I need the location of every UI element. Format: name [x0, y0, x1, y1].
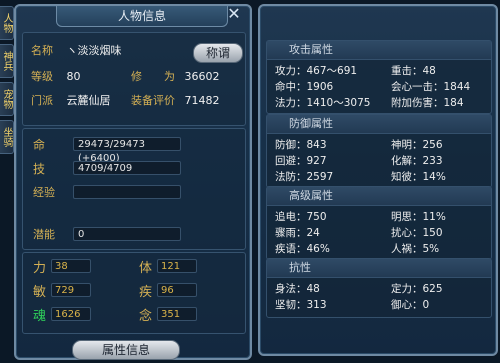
- advanced-item: 疾语：46%: [275, 243, 330, 255]
- base-stats-block: 力 38 体 121 敏 729 疾 96 魂 1626 念 351: [22, 252, 246, 334]
- attribute-info-button[interactable]: 属性信息: [72, 340, 180, 360]
- attack-item: 附加伤害：184: [391, 97, 464, 109]
- potential-field: 0: [73, 227, 181, 241]
- resist-item: 定力：625: [391, 283, 443, 295]
- speed-label: 疾: [139, 285, 153, 300]
- close-icon[interactable]: ✕: [226, 6, 242, 22]
- cultivation-label: 修 为: [131, 70, 175, 83]
- strength-value: 38: [51, 259, 91, 273]
- advanced-item: 追电：750: [275, 211, 327, 223]
- exp-field: [73, 185, 181, 199]
- attack-item: 会心一击：1844: [391, 81, 471, 93]
- resist-section: 抗性 身法：48 定力：625 坚韧：313 御心：0: [266, 258, 492, 318]
- soul-label: 魂: [33, 309, 47, 324]
- sect-label: 门派: [31, 94, 53, 107]
- cultivation-value: 36602: [184, 70, 220, 83]
- name-value: ヽ淡淡烟味: [66, 44, 122, 57]
- defense-item: 化解：233: [391, 155, 443, 167]
- sect-value: 云麓仙居: [66, 94, 111, 107]
- gear-score-label: 装备评价: [131, 94, 175, 107]
- agility-label: 敏: [33, 285, 47, 300]
- advanced-item: 明思：11%: [391, 211, 446, 223]
- level-value: 80: [66, 70, 81, 83]
- advanced-item: 骤雨：24: [275, 227, 320, 239]
- exp-label: 经验: [33, 186, 55, 199]
- side-tab-mount[interactable]: 坐骑: [0, 120, 14, 154]
- mp-field: 4709/4709: [73, 161, 181, 175]
- defense-item: 知彼：14%: [391, 171, 446, 183]
- constitution-value: 121: [157, 259, 197, 273]
- title-button[interactable]: 称谓: [193, 43, 243, 63]
- attribute-panel: 攻击属性 攻力：467～691 重击：48 命中：1906 会心一击：1844 …: [258, 4, 498, 356]
- gear-score-value: 71482: [184, 94, 220, 107]
- name-label: 名称: [31, 44, 53, 57]
- defense-item: 神明：256: [391, 139, 443, 151]
- side-tab-strip: 人物 神兵 宠物 坐骑: [0, 6, 14, 158]
- attack-item: 命中：1906: [275, 81, 334, 93]
- attack-item: 重击：48: [391, 65, 436, 77]
- strength-label: 力: [33, 261, 47, 276]
- advanced-section: 高级属性 追电：750 明思：11% 骤雨：24 扰心：150 疾语：46% 人…: [266, 186, 492, 260]
- basic-info-block: 名称 ヽ淡淡烟味 称谓 等级 80 修 为 36602 门派 云麓仙居 装备评价…: [22, 32, 246, 126]
- potential-label: 潜能: [33, 228, 55, 241]
- mind-value: 351: [157, 307, 197, 321]
- level-label: 等级: [31, 70, 53, 83]
- hp-field: 29473/29473 (+6400): [73, 137, 181, 164]
- resource-block: 命 29473/29473 (+6400) 技 4709/4709 经验 潜能 …: [22, 128, 246, 250]
- resist-item: 坚韧：313: [275, 299, 327, 311]
- panel-title: 人物信息: [56, 6, 228, 27]
- attack-section: 攻击属性 攻力：467～691 重击：48 命中：1906 会心一击：1844 …: [266, 40, 492, 114]
- defense-section: 防御属性 防御：843 神明：256 回避：927 化解：233 法防：2597…: [266, 114, 492, 188]
- defense-item: 法防：2597: [275, 171, 334, 183]
- resist-section-title: 抗性: [267, 259, 491, 278]
- resist-item: 身法：48: [275, 283, 320, 295]
- soul-value: 1626: [51, 307, 91, 321]
- advanced-item: 人祸：5%: [391, 243, 440, 255]
- side-tab-pet[interactable]: 宠物: [0, 82, 14, 116]
- mp-label: 技: [33, 162, 46, 176]
- resist-item: 御心：0: [391, 299, 430, 311]
- attack-item: 法力：1410～3075: [275, 97, 371, 109]
- defense-section-title: 防御属性: [267, 115, 491, 134]
- advanced-section-title: 高级属性: [267, 187, 491, 206]
- side-tab-character[interactable]: 人物: [0, 6, 14, 40]
- character-info-panel: 人物信息 ✕ 名称 ヽ淡淡烟味 称谓 等级 80 修 为 36602 门派 云麓…: [14, 4, 252, 360]
- hp-label: 命: [33, 138, 46, 152]
- side-tab-weapon[interactable]: 神兵: [0, 44, 14, 78]
- defense-item: 防御：843: [275, 139, 327, 151]
- advanced-item: 扰心：150: [391, 227, 443, 239]
- attack-item: 攻力：467～691: [275, 65, 358, 77]
- constitution-label: 体: [139, 261, 153, 276]
- speed-value: 96: [157, 283, 197, 297]
- defense-item: 回避：927: [275, 155, 327, 167]
- mind-label: 念: [139, 309, 153, 324]
- agility-value: 729: [51, 283, 91, 297]
- attack-section-title: 攻击属性: [267, 41, 491, 60]
